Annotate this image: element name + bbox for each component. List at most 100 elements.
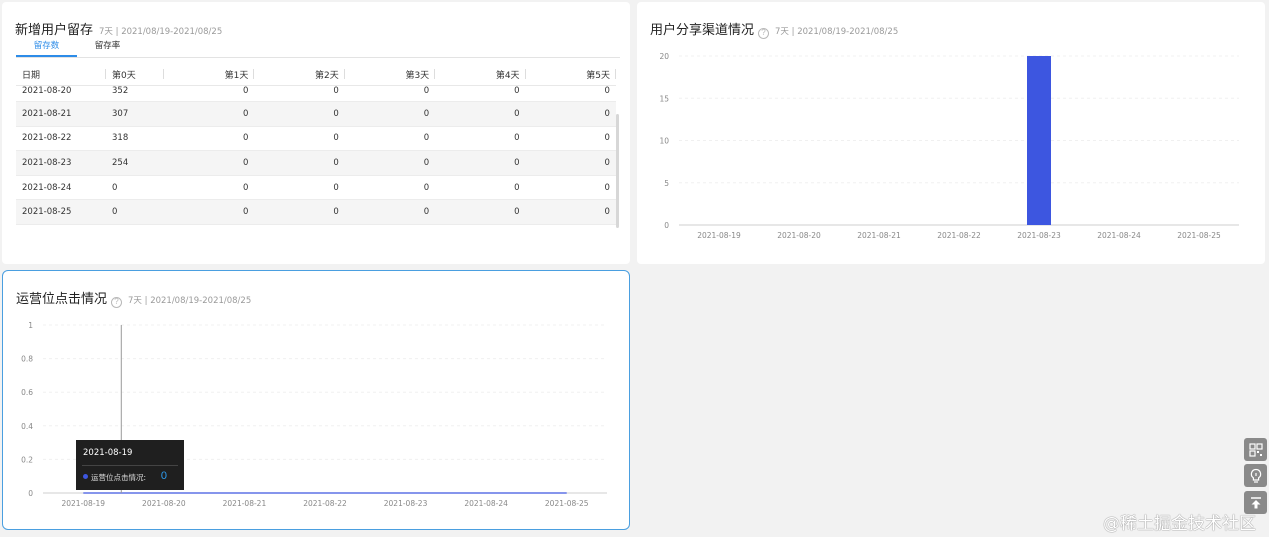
column-header-label: 第5天 [586, 71, 610, 81]
table-cell: 2021-08-20 [22, 86, 72, 96]
table-cell: 0 [604, 86, 610, 96]
tooltip-label: 运营位点击情况: [91, 473, 147, 482]
column-header-label: 第1天 [224, 71, 249, 81]
table-cell: 0 [242, 133, 249, 144]
table-cell: 0 [514, 86, 520, 96]
column-header[interactable]: 日期 [16, 68, 106, 81]
qrcode-button[interactable] [1244, 438, 1267, 461]
ops-card: 运营位点击情况 ? 7天 | 2021/08/19-2021/08/25 0 0.… [2, 270, 630, 530]
table-cell: 0 [333, 157, 339, 168]
x-tick-label: 2021-08-24 [464, 499, 508, 508]
retention-tabs: 留存数 留存率 [16, 36, 620, 58]
table-cell: 0 [514, 207, 520, 218]
column-header-label: 第3天 [405, 71, 430, 81]
ops-line-chart[interactable]: 0 0.2 0.4 0.6 0.8 1 2021-08-19 2021-08-20 2021-0… [3, 271, 629, 529]
column-header-label: 第4天 [495, 71, 520, 81]
column-header[interactable]: 第5天 [526, 68, 616, 81]
table-cell: 2021-08-21 [22, 108, 72, 119]
x-tick-label: 2021-08-25 [1177, 231, 1221, 240]
column-header[interactable]: 第1天 [164, 68, 255, 81]
x-tick-label: 2021-08-21 [223, 499, 267, 508]
table-cell: 0 [242, 108, 249, 119]
table-cell: 0 [604, 182, 610, 193]
tab-0[interactable]: 留存数 [16, 36, 77, 57]
table-cell: 0 [112, 182, 118, 193]
table-cell: 2021-08-23 [22, 157, 72, 168]
tab-1[interactable]: 留存率 [77, 36, 138, 57]
table-cell: 0 [242, 207, 249, 218]
table-row: 2021-08-21 307 0 0 0 0 0 [16, 102, 616, 127]
tip-button[interactable] [1244, 464, 1267, 487]
y-tick-label: 15 [659, 94, 669, 103]
table-cell: 0 [333, 182, 339, 193]
tooltip-value: 0 [160, 470, 167, 482]
table-cell: 352 [112, 86, 129, 96]
table-cell: 307 [112, 108, 129, 119]
y-tick-label: 0 [664, 221, 669, 230]
table-cell: 318 [112, 133, 129, 144]
table-row: 2021-08-23 254 0 0 0 0 0 [16, 151, 616, 176]
y-tick-label: 5 [664, 179, 669, 188]
column-header[interactable]: 第3天 [345, 68, 436, 81]
table-row: 2021-08-24 0 0 0 0 0 0 [16, 176, 616, 201]
table-cell: 2021-08-25 [22, 207, 72, 218]
table-cell: 0 [112, 207, 118, 218]
table-cell: 0 [423, 133, 430, 144]
table-cell: 0 [604, 207, 610, 218]
column-separator [614, 69, 616, 79]
column-header[interactable]: 第4天 [435, 68, 526, 81]
y-tick-label: 10 [659, 137, 669, 146]
column-header-label: 第2天 [315, 71, 339, 81]
x-tick-label: 2021-08-25 [545, 499, 589, 508]
y-tick-label: 20 [659, 52, 669, 61]
table-cell: 0 [242, 182, 249, 193]
table-cell: 0 [604, 133, 610, 144]
x-tick-label: 2021-08-20 [777, 231, 821, 240]
table-cell: 0 [423, 108, 430, 119]
chart-tooltip: 2021-08-19 运营位点击情况: 0 [76, 440, 184, 490]
table-cell: 2021-08-24 [22, 182, 72, 193]
y-tick-label: 1 [28, 321, 33, 330]
table-body[interactable]: 2021-08-20 352 0 0 0 0 0 2021-08-21 307 0 0 0 0 0 2021… [16, 86, 616, 226]
table-cell: 254 [112, 157, 129, 168]
share-bar-chart: 0 5 10 15 20 2021-08-19 2021-08-20 2021-08-21 20… [659, 52, 1239, 240]
table-cell: 0 [514, 182, 520, 193]
column-header[interactable]: 第0天 [106, 68, 164, 81]
x-tick-label: 2021-08-24 [1097, 231, 1141, 240]
series-marker-icon [83, 474, 88, 479]
table-cell: 0 [423, 207, 430, 218]
table-cell: 0 [423, 182, 430, 193]
table-header: 日期 第0天 第1天 第2天 第3天 第4天 第5天 [16, 64, 616, 86]
table-row: 2021-08-25 0 0 0 0 0 0 [16, 200, 616, 225]
x-tick-label: 2021-08-19 [697, 231, 741, 240]
x-tick-label: 2021-08-23 [384, 499, 428, 508]
retention-table: 日期 第0天 第1天 第2天 第3天 第4天 第5天 2021-08-20 352 0 0 0 0 0 2… [16, 64, 616, 226]
table-cell: 0 [514, 157, 520, 168]
table-cell: 0 [604, 108, 610, 119]
table-cell: 0 [333, 207, 339, 218]
table-cell: 0 [333, 133, 339, 144]
table-cell: 0 [423, 86, 430, 96]
table-cell: 0 [604, 157, 610, 168]
table-cell: 0 [242, 86, 249, 96]
tooltip-date: 2021-08-19 [83, 448, 133, 458]
table-row: 2021-08-20 352 0 0 0 0 0 [16, 86, 616, 102]
share-card: 用户分享渠道情况 ? 7天 | 2021/08/19-2021/08/25 05… [637, 2, 1265, 264]
y-tick-label: 0.6 [21, 388, 33, 397]
column-header[interactable]: 第2天 [254, 68, 345, 81]
retention-card: 新增用户留存 7天 | 2021/08/19-2021/08/25 留存数 留存率… [2, 2, 630, 264]
table-cell: 0 [333, 108, 339, 119]
y-tick-label: 0.4 [21, 422, 33, 431]
y-tick-label: 0.2 [21, 455, 33, 464]
y-tick-label: 0 [28, 489, 33, 498]
x-tick-label: 2021-08-23 [1017, 231, 1061, 240]
watermark: @稀土掘金技术社区 [1103, 514, 1256, 534]
column-header-label: 日期 [22, 71, 41, 81]
tooltip-divider [82, 465, 178, 466]
column-header-label: 第0天 [112, 71, 136, 81]
x-tick-label: 2021-08-21 [857, 231, 901, 240]
table-scrollbar[interactable] [616, 114, 619, 228]
table-cell: 0 [514, 108, 520, 119]
y-tick-label: 0.8 [21, 355, 33, 364]
table-row: 2021-08-22 318 0 0 0 0 0 [16, 127, 616, 152]
